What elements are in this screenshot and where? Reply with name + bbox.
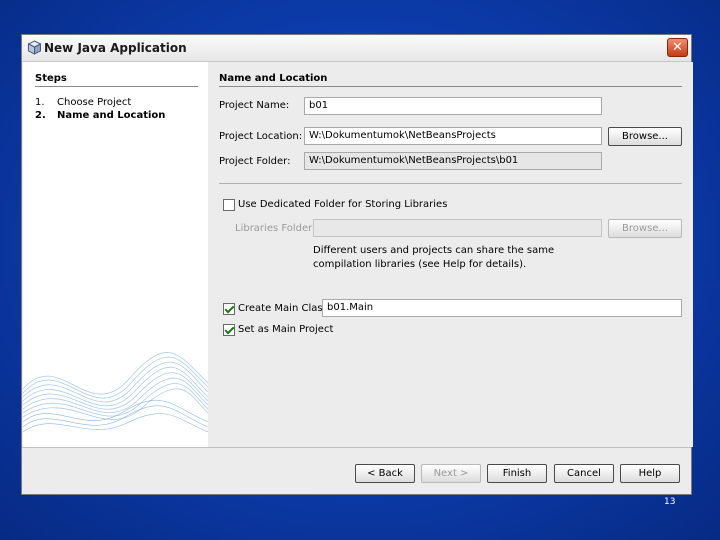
step-number: 2. [35, 110, 46, 121]
libraries-hint-text: Different users and projects can share t… [313, 245, 555, 270]
steps-divider [35, 86, 198, 87]
dedicated-folder-label[interactable]: Use Dedicated Folder for Storing Librari… [238, 199, 447, 210]
title-bar[interactable]: New Java Application ✕ [22, 35, 691, 62]
close-icon: ✕ [672, 40, 683, 55]
new-java-application-dialog: New Java Application ✕ Steps 1. Choose Pr… [21, 34, 693, 495]
main-class-input[interactable]: b01.Main [322, 299, 682, 317]
name-and-location-panel: Name and Location Project Name: b01 Proj… [208, 62, 693, 447]
dedicated-folder-checkbox[interactable] [223, 199, 235, 211]
project-name-label: Project Name: [219, 100, 290, 111]
window-title: New Java Application [44, 41, 187, 55]
decorative-waves-image [23, 352, 208, 433]
section-divider [219, 86, 682, 87]
project-folder-field: W:\Dokumentumok\NetBeansProjects\b01 [304, 152, 602, 170]
step-choose-project: 1. Choose Project [35, 97, 131, 108]
browse-location-button[interactable]: Browse... [608, 127, 682, 146]
libraries-folder-input [313, 219, 602, 237]
back-button[interactable]: < Back [355, 464, 415, 483]
slide-number: 13 [664, 497, 676, 507]
cancel-button[interactable]: Cancel [554, 464, 614, 483]
steps-heading: Steps [35, 73, 67, 84]
next-button: Next > [421, 464, 481, 483]
button-bar-divider [22, 447, 691, 448]
step-number: 1. [35, 97, 45, 108]
close-button[interactable]: ✕ [667, 38, 688, 57]
project-location-label: Project Location: [219, 131, 303, 142]
options-divider [219, 183, 682, 184]
libraries-folder-label: Libraries Folder: [235, 223, 316, 234]
steps-pane: Steps 1. Choose Project 2. Name and Locati… [23, 62, 208, 447]
step-label: Name and Location [57, 110, 166, 121]
step-name-and-location: 2. Name and Location [35, 110, 165, 121]
finish-button[interactable]: Finish [487, 464, 547, 483]
set-main-project-checkbox[interactable] [223, 324, 235, 336]
project-folder-label: Project Folder: [219, 156, 291, 167]
set-main-project-label[interactable]: Set as Main Project [238, 324, 333, 335]
project-name-input[interactable]: b01 [304, 97, 602, 115]
help-button[interactable]: Help [620, 464, 680, 483]
browse-libraries-button: Browse... [608, 219, 682, 238]
section-heading: Name and Location [219, 73, 328, 84]
java-cube-icon [27, 40, 42, 55]
create-main-class-checkbox[interactable] [223, 303, 235, 315]
step-label: Choose Project [57, 97, 132, 108]
create-main-class-label[interactable]: Create Main Class [238, 303, 328, 314]
project-location-input[interactable]: W:\Dokumentumok\NetBeansProjects [304, 127, 602, 145]
